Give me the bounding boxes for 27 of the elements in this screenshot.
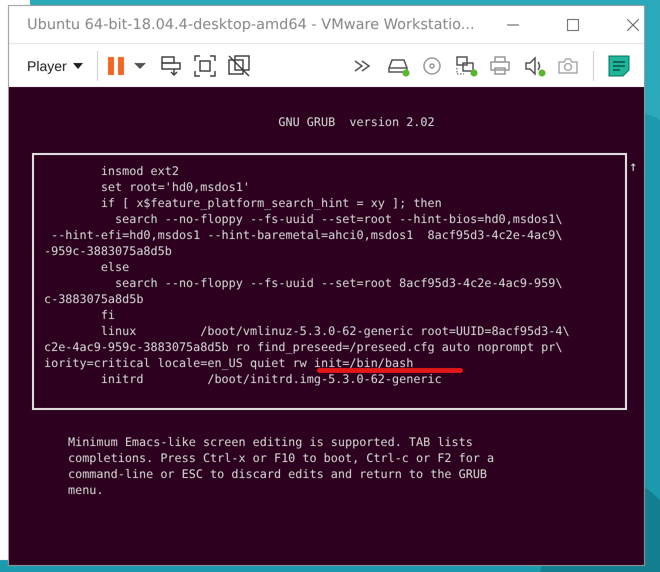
caret-icon[interactable]	[72, 62, 83, 68]
code-line: insmod ext2	[100, 163, 179, 179]
player-menu[interactable]: Player	[21, 54, 89, 78]
help-text: Minimum Emacs-like screen editing is supported. TAB lists	[68, 434, 473, 450]
help-text: completions. Press Ctrl-x or F10 to boot, Ctrl-c or F2 for a	[68, 450, 494, 466]
code-line: if [ x$feature_platform_search_hint = xy ]; then	[100, 195, 442, 211]
window-title: Ubuntu 64-bit-18.04.4-desktop-amd64 - VMware Workstatio...	[27, 16, 475, 32]
maximize-icon[interactable]	[566, 18, 579, 30]
code-line: search --no-floppy --fs-uuid --set=root 8acf95d3-4c2e-4ac9-959\	[114, 275, 562, 291]
code-line: iority=critical locale=en_US quiet rw init=/bin/bash	[44, 355, 414, 371]
help-text: command-line or ESC to discard edits and return to the GRUB	[68, 466, 488, 482]
code-line: initrd /boot/initrd.img-5.3.0-62-generic	[100, 371, 442, 387]
code-line: fi	[100, 307, 116, 323]
code-line: linux /boot/vmlinuz-5.3.0-62-generic root=UUID=8acf95d3-4\	[100, 323, 570, 339]
caret-icon[interactable]	[134, 62, 146, 68]
help-text: menu.	[68, 482, 104, 498]
code-line: c-3883075a8d5b	[44, 291, 144, 307]
code-line: search --no-floppy --fs-uuid --set=root --hint-bios=hd0,msdos1\	[114, 211, 562, 227]
grub-title: GNU GRUB version 2.02	[277, 114, 436, 130]
scroll-indicator: ↑	[629, 159, 638, 175]
pause-icon[interactable]	[106, 54, 126, 76]
code-line: --hint-efi=hd0,msdos1 --hint-baremetal=ahci0,msdos1 8acf95d3-4c2e-4ac9\	[50, 227, 562, 243]
code-line: else	[100, 259, 130, 275]
code-line: c2e-4ac9-959c-3883075a8d5b ro find_preseed=/preseed.cfg auto noprompt pr\	[44, 339, 562, 355]
code-line: set root='hd0,msdos1'	[100, 179, 250, 195]
code-line: -959c-3883075a8d5b	[44, 243, 172, 259]
close-icon[interactable]	[626, 18, 639, 30]
